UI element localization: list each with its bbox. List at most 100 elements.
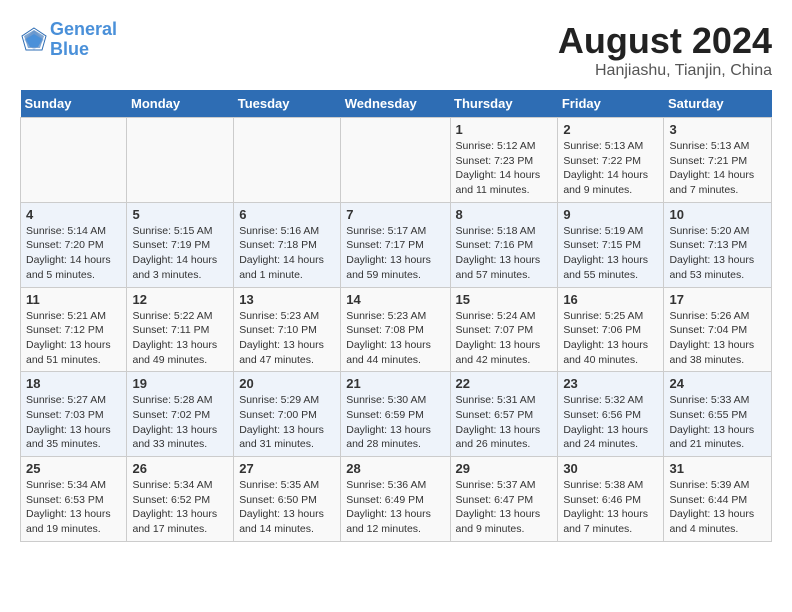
day-number: 15 [456, 292, 553, 307]
day-number: 19 [132, 376, 228, 391]
calendar-cell: 28 Sunrise: 5:36 AM Sunset: 6:49 PM Dayli… [341, 457, 450, 542]
calendar-cell: 17 Sunrise: 5:26 AM Sunset: 7:04 PM Dayli… [664, 287, 772, 372]
calendar-cell [341, 118, 450, 203]
calendar-cell: 31 Sunrise: 5:39 AM Sunset: 6:44 PM Dayli… [664, 457, 772, 542]
day-info: Sunrise: 5:26 AM Sunset: 7:04 PM Dayligh… [669, 309, 766, 368]
day-info: Sunrise: 5:39 AM Sunset: 6:44 PM Dayligh… [669, 478, 766, 537]
calendar-cell: 21 Sunrise: 5:30 AM Sunset: 6:59 PM Dayli… [341, 372, 450, 457]
day-info: Sunrise: 5:25 AM Sunset: 7:06 PM Dayligh… [563, 309, 658, 368]
day-number: 10 [669, 207, 766, 222]
day-number: 20 [239, 376, 335, 391]
calendar-cell: 25 Sunrise: 5:34 AM Sunset: 6:53 PM Dayli… [21, 457, 127, 542]
calendar-week-3: 11 Sunrise: 5:21 AM Sunset: 7:12 PM Dayli… [21, 287, 772, 372]
logo-text: General Blue [50, 20, 117, 60]
calendar-cell: 4 Sunrise: 5:14 AM Sunset: 7:20 PM Daylig… [21, 202, 127, 287]
day-number: 26 [132, 461, 228, 476]
day-number: 1 [456, 122, 553, 137]
day-number: 14 [346, 292, 444, 307]
calendar-week-5: 25 Sunrise: 5:34 AM Sunset: 6:53 PM Dayli… [21, 457, 772, 542]
calendar-cell: 3Sunrise: 5:13 AM Sunset: 7:21 PM Daylig… [664, 118, 772, 203]
logo: General Blue [20, 20, 117, 60]
calendar-cell [127, 118, 234, 203]
day-info: Sunrise: 5:30 AM Sunset: 6:59 PM Dayligh… [346, 393, 444, 452]
weekday-header-monday: Monday [127, 90, 234, 118]
weekday-header-tuesday: Tuesday [234, 90, 341, 118]
calendar-week-1: 1Sunrise: 5:12 AM Sunset: 7:23 PM Daylig… [21, 118, 772, 203]
day-info: Sunrise: 5:35 AM Sunset: 6:50 PM Dayligh… [239, 478, 335, 537]
day-number: 24 [669, 376, 766, 391]
day-info: Sunrise: 5:21 AM Sunset: 7:12 PM Dayligh… [26, 309, 121, 368]
day-number: 22 [456, 376, 553, 391]
day-info: Sunrise: 5:19 AM Sunset: 7:15 PM Dayligh… [563, 224, 658, 283]
page-header: General Blue August 2024 Hanjiashu, Tian… [20, 20, 772, 80]
day-number: 6 [239, 207, 335, 222]
day-number: 27 [239, 461, 335, 476]
calendar-cell: 9 Sunrise: 5:19 AM Sunset: 7:15 PM Daylig… [558, 202, 664, 287]
day-info: Sunrise: 5:17 AM Sunset: 7:17 PM Dayligh… [346, 224, 444, 283]
logo-icon [20, 26, 48, 54]
day-number: 28 [346, 461, 444, 476]
day-number: 16 [563, 292, 658, 307]
calendar-cell: 16 Sunrise: 5:25 AM Sunset: 7:06 PM Dayli… [558, 287, 664, 372]
day-number: 13 [239, 292, 335, 307]
day-number: 30 [563, 461, 658, 476]
day-info: Sunrise: 5:34 AM Sunset: 6:53 PM Dayligh… [26, 478, 121, 537]
calendar-week-4: 18 Sunrise: 5:27 AM Sunset: 7:03 PM Dayli… [21, 372, 772, 457]
day-info: Sunrise: 5:27 AM Sunset: 7:03 PM Dayligh… [26, 393, 121, 452]
day-info: Sunrise: 5:28 AM Sunset: 7:02 PM Dayligh… [132, 393, 228, 452]
calendar-cell: 19 Sunrise: 5:28 AM Sunset: 7:02 PM Dayli… [127, 372, 234, 457]
day-info: Sunrise: 5:23 AM Sunset: 7:08 PM Dayligh… [346, 309, 444, 368]
weekday-header-friday: Friday [558, 90, 664, 118]
calendar-cell: 6 Sunrise: 5:16 AM Sunset: 7:18 PM Daylig… [234, 202, 341, 287]
day-info: Sunrise: 5:37 AM Sunset: 6:47 PM Dayligh… [456, 478, 553, 537]
day-info: Sunrise: 5:33 AM Sunset: 6:55 PM Dayligh… [669, 393, 766, 452]
calendar-cell: 13 Sunrise: 5:23 AM Sunset: 7:10 PM Dayli… [234, 287, 341, 372]
title-block: August 2024 Hanjiashu, Tianjin, China [558, 20, 772, 80]
calendar-cell: 24 Sunrise: 5:33 AM Sunset: 6:55 PM Dayli… [664, 372, 772, 457]
calendar-cell: 30Sunrise: 5:38 AM Sunset: 6:46 PM Dayli… [558, 457, 664, 542]
day-info: Sunrise: 5:36 AM Sunset: 6:49 PM Dayligh… [346, 478, 444, 537]
calendar-cell: 10 Sunrise: 5:20 AM Sunset: 7:13 PM Dayli… [664, 202, 772, 287]
day-number: 25 [26, 461, 121, 476]
day-number: 31 [669, 461, 766, 476]
day-number: 17 [669, 292, 766, 307]
weekday-header-sunday: Sunday [21, 90, 127, 118]
weekday-header-row: SundayMondayTuesdayWednesdayThursdayFrid… [21, 90, 772, 118]
calendar-cell: 12 Sunrise: 5:22 AM Sunset: 7:11 PM Dayli… [127, 287, 234, 372]
day-info: Sunrise: 5:18 AM Sunset: 7:16 PM Dayligh… [456, 224, 553, 283]
day-number: 9 [563, 207, 658, 222]
day-info: Sunrise: 5:24 AM Sunset: 7:07 PM Dayligh… [456, 309, 553, 368]
day-number: 18 [26, 376, 121, 391]
calendar-cell: 20Sunrise: 5:29 AM Sunset: 7:00 PM Dayli… [234, 372, 341, 457]
day-number: 8 [456, 207, 553, 222]
location: Hanjiashu, Tianjin, China [558, 62, 772, 80]
day-number: 21 [346, 376, 444, 391]
calendar-cell: 15 Sunrise: 5:24 AM Sunset: 7:07 PM Dayli… [450, 287, 558, 372]
calendar-cell: 18 Sunrise: 5:27 AM Sunset: 7:03 PM Dayli… [21, 372, 127, 457]
day-number: 4 [26, 207, 121, 222]
day-info: Sunrise: 5:13 AM Sunset: 7:21 PM Dayligh… [669, 139, 766, 198]
month-year: August 2024 [558, 20, 772, 62]
day-info: Sunrise: 5:20 AM Sunset: 7:13 PM Dayligh… [669, 224, 766, 283]
calendar-table: SundayMondayTuesdayWednesdayThursdayFrid… [20, 90, 772, 542]
day-info: Sunrise: 5:14 AM Sunset: 7:20 PM Dayligh… [26, 224, 121, 283]
day-info: Sunrise: 5:32 AM Sunset: 6:56 PM Dayligh… [563, 393, 658, 452]
calendar-cell: 7 Sunrise: 5:17 AM Sunset: 7:17 PM Daylig… [341, 202, 450, 287]
weekday-header-saturday: Saturday [664, 90, 772, 118]
day-number: 12 [132, 292, 228, 307]
day-info: Sunrise: 5:34 AM Sunset: 6:52 PM Dayligh… [132, 478, 228, 537]
calendar-week-2: 4 Sunrise: 5:14 AM Sunset: 7:20 PM Daylig… [21, 202, 772, 287]
calendar-cell: 2Sunrise: 5:13 AM Sunset: 7:22 PM Daylig… [558, 118, 664, 203]
day-info: Sunrise: 5:13 AM Sunset: 7:22 PM Dayligh… [563, 139, 658, 198]
day-info: Sunrise: 5:22 AM Sunset: 7:11 PM Dayligh… [132, 309, 228, 368]
calendar-cell: 14 Sunrise: 5:23 AM Sunset: 7:08 PM Dayli… [341, 287, 450, 372]
calendar-cell [234, 118, 341, 203]
day-number: 7 [346, 207, 444, 222]
calendar-cell: 29Sunrise: 5:37 AM Sunset: 6:47 PM Dayli… [450, 457, 558, 542]
day-number: 11 [26, 292, 121, 307]
weekday-header-wednesday: Wednesday [341, 90, 450, 118]
day-info: Sunrise: 5:16 AM Sunset: 7:18 PM Dayligh… [239, 224, 335, 283]
calendar-cell: 23Sunrise: 5:32 AM Sunset: 6:56 PM Dayli… [558, 372, 664, 457]
day-info: Sunrise: 5:23 AM Sunset: 7:10 PM Dayligh… [239, 309, 335, 368]
day-info: Sunrise: 5:31 AM Sunset: 6:57 PM Dayligh… [456, 393, 553, 452]
